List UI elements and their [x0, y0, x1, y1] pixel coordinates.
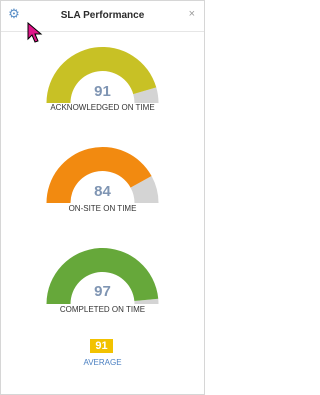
gauge-value: 97 — [94, 283, 111, 300]
average-label: AVERAGE — [83, 358, 122, 367]
sla-performance-widget: ⚙ SLA Performance × 91 ACKNOWLEDGED ON T… — [0, 0, 205, 395]
gauge-label: COMPLETED ON TIME — [59, 305, 146, 314]
gauge-value: 84 — [94, 183, 111, 200]
widget-title: SLA Performance — [60, 10, 145, 21]
gauge-acknowledged: 91 ACKNOWLEDGED ON TIME — [1, 43, 204, 115]
gauge-completed: 97 COMPLETED ON TIME — [1, 238, 204, 317]
close-icon[interactable]: × — [189, 8, 195, 20]
gauge-label: ACKNOWLEDGED ON TIME — [50, 103, 155, 112]
gauge-label: ON-SITE ON TIME — [68, 204, 137, 213]
gauge-onsite: 84 ON-SITE ON TIME — [1, 141, 204, 216]
average-badge: 91 — [90, 339, 113, 353]
gauge-value: 91 — [94, 83, 111, 100]
mouse-cursor-icon — [27, 22, 43, 43]
